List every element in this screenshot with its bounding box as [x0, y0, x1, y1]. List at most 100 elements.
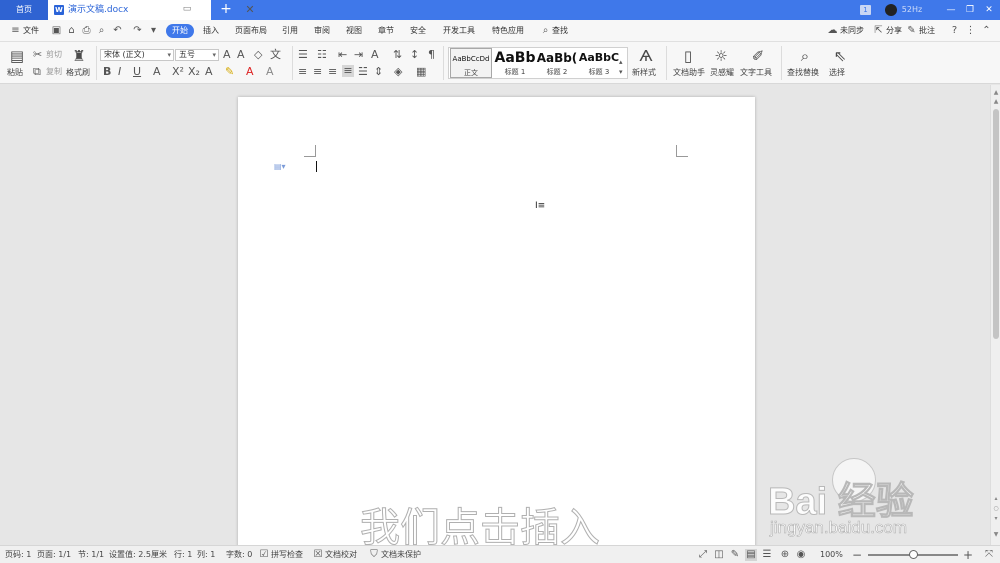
tab-document[interactable]: W 演示文稿.docx ▭ ✕ [48, 0, 255, 20]
text-effect-icon[interactable]: A [205, 66, 213, 78]
help-icon[interactable]: ? [949, 25, 960, 36]
shading-icon[interactable]: ◈ [394, 66, 402, 78]
restore-icon[interactable]: ❐ [964, 0, 976, 20]
paragraph-icon[interactable]: ▤▾ [274, 162, 286, 171]
cursor-select-icon[interactable]: ⇖ [831, 47, 849, 65]
zoom-in-icon[interactable]: + [962, 549, 974, 561]
shield-icon[interactable]: ⛉ [368, 549, 380, 561]
undo-icon[interactable]: ↶ [112, 25, 123, 36]
superscript-icon[interactable]: X² [172, 66, 184, 78]
status-col[interactable]: 列: 1 [197, 546, 215, 563]
bold-icon[interactable]: B [103, 66, 111, 78]
find-replace-button[interactable]: 查找替换 [787, 68, 819, 78]
menu-file[interactable]: 文件 [23, 20, 39, 42]
close-tab-icon[interactable]: ✕ [244, 3, 256, 17]
document-page[interactable]: ▤▾ I≡ [238, 97, 755, 557]
copy-button[interactable]: 复制 [46, 67, 62, 77]
comment-icon[interactable]: ✎ [906, 25, 917, 36]
tab-features[interactable]: 特色应用 [492, 20, 524, 42]
search-icon[interactable]: ⌕ [540, 25, 551, 36]
read-mode-icon[interactable]: ◫ [713, 549, 725, 561]
print-icon[interactable]: ⎙ [81, 25, 92, 36]
bullet-list-icon[interactable]: ☰ [298, 49, 308, 61]
display-icon[interactable]: ▭ [182, 4, 192, 14]
browse-object-icon[interactable]: ○ [992, 505, 1000, 513]
minimize-icon[interactable]: — [945, 0, 957, 20]
spacing-icon[interactable]: ⇕ [374, 66, 383, 78]
cut-icon[interactable]: ✂ [33, 49, 42, 61]
more-icon[interactable]: ⋮ [965, 25, 976, 36]
find-icon[interactable]: ⌕ [796, 47, 814, 65]
highlight-icon[interactable]: ✎ [225, 66, 234, 78]
zoom-out-icon[interactable]: − [851, 549, 863, 561]
new-style-button[interactable]: 新样式 [632, 68, 656, 78]
prev-page-icon[interactable]: ▴ [992, 495, 1000, 503]
page-view-icon[interactable]: ▤ [745, 549, 757, 561]
increase-font-icon[interactable]: A [223, 49, 231, 61]
tab-developer[interactable]: 开发工具 [443, 20, 475, 42]
zoom-level[interactable]: 100% [820, 546, 843, 563]
lightbulb-icon[interactable]: ☼ [712, 47, 730, 65]
new-tab-icon[interactable]: + [219, 0, 233, 20]
menu-search[interactable]: 查找 [552, 20, 568, 42]
scroll-up-icon[interactable]: ▲ [992, 89, 1000, 97]
chinese-layout-icon[interactable]: A [371, 49, 379, 61]
show-marks-icon[interactable]: ¶ [428, 49, 435, 61]
align-right-icon[interactable]: ≡ [328, 66, 337, 78]
scrollbar-thumb[interactable] [993, 109, 999, 339]
customize-quick-icon[interactable]: ▾ [148, 25, 159, 36]
doc-assistant-icon[interactable]: ▯ [679, 47, 697, 65]
justify-icon[interactable]: ≡ [342, 65, 354, 77]
text-tools-button[interactable]: 文字工具 [740, 68, 772, 78]
collapse-ribbon-icon[interactable]: ⌃ [981, 25, 992, 36]
status-pages[interactable]: 页面: 1/1 [37, 546, 71, 563]
scroll-down-icon[interactable]: ▼ [992, 531, 1000, 539]
comment-button[interactable]: 批注 [919, 20, 935, 42]
tab-references[interactable]: 引用 [282, 20, 298, 42]
scroll-up-icon[interactable]: ▲ [992, 98, 1000, 106]
share-icon[interactable]: ⇱ [873, 25, 884, 36]
status-page[interactable]: 页码: 1 [5, 546, 31, 563]
phonetic-icon[interactable]: 文 [270, 49, 281, 61]
style-scroll-down-icon[interactable]: ▾ [619, 66, 623, 78]
clear-format-icon[interactable]: ◇ [254, 49, 262, 61]
proofread-button[interactable]: 文档校对 [325, 546, 357, 563]
decrease-font-icon[interactable]: A [237, 49, 245, 61]
zoom-slider[interactable] [868, 550, 958, 559]
tab-insert[interactable]: 插入 [203, 20, 219, 42]
status-setting[interactable]: 设置值: 2.5厘米 [109, 546, 167, 563]
hamburger-icon[interactable]: ≡ [10, 25, 21, 36]
tab-page-layout[interactable]: 页面布局 [235, 20, 267, 42]
cut-button[interactable]: 剪切 [46, 50, 62, 60]
format-painter-button[interactable]: 格式刷 [66, 68, 90, 78]
status-words[interactable]: 字数: 0 [226, 546, 252, 563]
spellcheck-icon[interactable]: ☑ [258, 549, 270, 561]
decrease-indent-icon[interactable]: ⇤ [338, 49, 347, 61]
style-normal[interactable]: AaBbCcDd 正文 [450, 48, 492, 78]
close-window-icon[interactable]: ✕ [983, 0, 995, 20]
new-style-icon[interactable]: Ѧ [637, 47, 655, 65]
paste-icon[interactable]: ▤ [8, 47, 26, 65]
tab-chapter[interactable]: 章节 [378, 20, 394, 42]
share-button[interactable]: 分享 [886, 20, 902, 42]
fullscreen-icon[interactable]: ⤢ [697, 549, 709, 561]
protect-status[interactable]: 文档未保护 [381, 546, 421, 563]
vertical-scrollbar[interactable]: ▲ ▲ ▴ ○ ▾ ▼ [990, 85, 1000, 545]
style-heading-3[interactable]: AaBbC 标题 3 [578, 48, 620, 78]
outline-view-icon[interactable]: ☰ [761, 549, 773, 561]
avatar[interactable] [885, 4, 897, 16]
border-icon[interactable]: ▦ [416, 66, 426, 78]
eye-protect-icon[interactable]: ◉ [795, 549, 807, 561]
copy-icon[interactable]: ⧉ [33, 66, 41, 78]
tab-view[interactable]: 视图 [346, 20, 362, 42]
align-left-icon[interactable]: ≡ [298, 66, 307, 78]
font-size-select[interactable]: 五号 [175, 49, 219, 61]
numbered-list-icon[interactable]: ☷ [317, 49, 327, 61]
tab-start[interactable]: 开始 [166, 24, 194, 38]
char-shading-icon[interactable]: A [266, 66, 274, 78]
pen-mode-icon[interactable]: ✎ [729, 549, 741, 561]
tab-review[interactable]: 审阅 [314, 20, 330, 42]
increase-indent-icon[interactable]: ⇥ [354, 49, 363, 61]
sync-status[interactable]: 未同步 [840, 20, 864, 42]
italic-icon[interactable]: I [118, 66, 121, 78]
